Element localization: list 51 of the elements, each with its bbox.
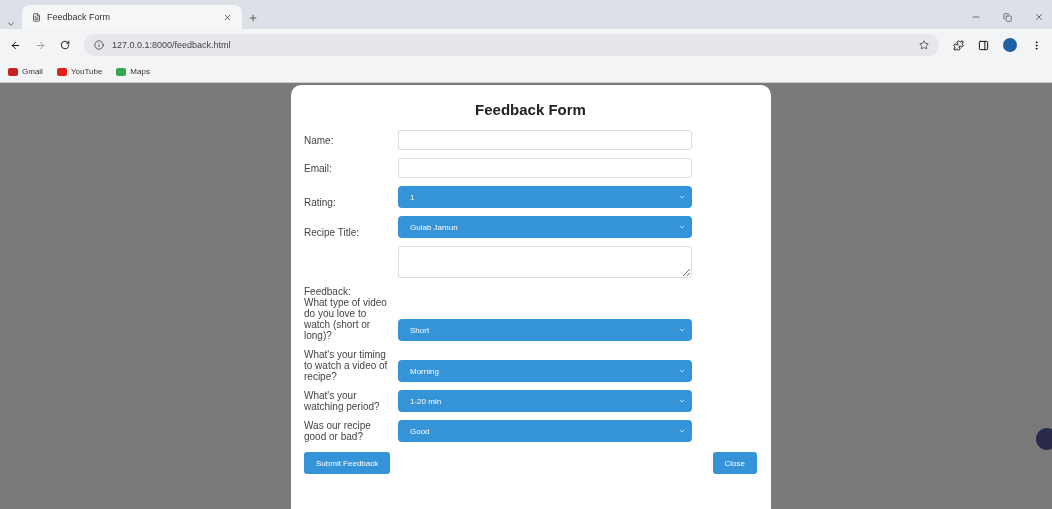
page-icon [32,12,41,22]
field-label: Was our recipe good or bad? [304,420,372,442]
browser-tab[interactable]: Feedback Form [22,5,242,29]
dropdown[interactable]: Gulab Jamun [398,216,692,238]
chevron-icon [678,326,686,334]
profile-avatar[interactable] [1003,38,1017,52]
chevron-icon [678,427,686,435]
info-icon[interactable] [94,40,104,50]
dropdown[interactable]: Morning [398,360,692,382]
dropdown[interactable]: 1 [398,186,692,208]
bookmark[interactable]: YouTube [56,67,103,76]
submit-button[interactable]: Submit Feedback [304,452,391,474]
reload-icon[interactable] [60,40,70,50]
field-label: Feedback: [304,286,352,297]
side-panel-icon[interactable] [978,39,989,51]
field-label: What's your watching period? [304,390,381,412]
forward-icon[interactable] [35,39,46,51]
chevron-icon [678,193,686,201]
tab-title: Feedback Form [47,12,112,22]
close-button[interactable]: Close [712,452,757,474]
tab-menu-icon[interactable] [6,19,16,29]
dropdown[interactable]: 1-20 min [398,390,692,412]
text-field[interactable] [398,130,692,150]
bookmark[interactable]: Maps [116,67,150,76]
field-label: What's your timing to watch a video of recipe? [304,349,389,382]
close-icon[interactable] [1034,12,1044,22]
textarea-field[interactable] [398,246,692,278]
floating-button[interactable] [1036,428,1052,450]
bookmark-icon [8,67,18,76]
back-icon[interactable] [10,39,21,51]
address-bar[interactable]: 127.0.0.1:8000/feedback.html [84,34,939,56]
restore-icon[interactable] [1003,12,1012,22]
field-label: Name: [304,134,335,146]
field-label: Email: [304,162,333,174]
bookmark[interactable]: Gmail [8,67,43,76]
text-field[interactable] [398,158,692,178]
extensions-icon[interactable] [953,39,964,51]
dropdown[interactable]: Good [398,420,692,442]
bookmark-star-icon[interactable] [919,40,929,50]
chevron-icon [678,223,686,231]
bookmark-icon [56,67,67,76]
close-tab-icon[interactable] [223,12,232,22]
field-label: Recipe Title: [304,227,361,238]
field-label: What type of video do you love to watch (short or long)? [304,297,388,341]
bookmark-icon [116,67,127,76]
form-title: Feedback Form [474,101,587,118]
field-label: Rating: [304,197,337,208]
new-tab-icon[interactable] [248,13,258,23]
dropdown[interactable]: Short [398,319,692,341]
chevron-icon [678,397,686,405]
chevron-icon [678,367,686,375]
